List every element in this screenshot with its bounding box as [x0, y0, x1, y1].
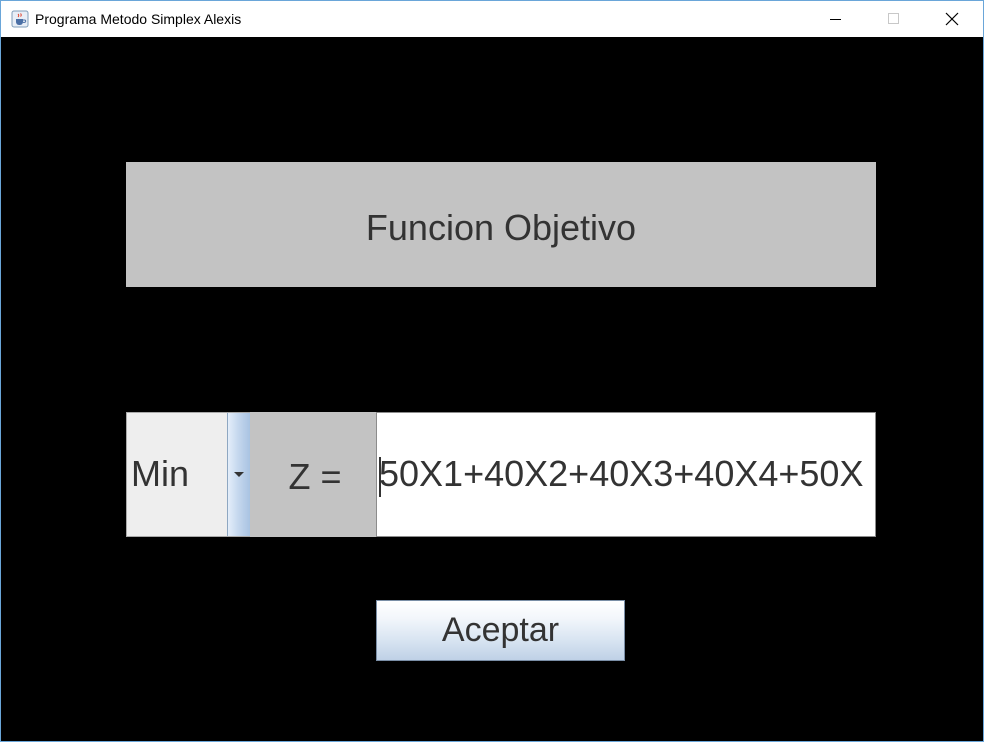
- title-bar[interactable]: Programa Metodo Simplex Alexis: [1, 1, 983, 37]
- java-cup-icon: [11, 10, 29, 28]
- mode-select-arrow-button[interactable]: [227, 413, 250, 536]
- accept-button[interactable]: Aceptar: [376, 600, 625, 661]
- text-caret: [379, 457, 381, 497]
- objective-header-panel: Funcion Objetivo: [126, 162, 876, 287]
- accept-button-label: Aceptar: [441, 611, 560, 649]
- app-window: Programa Metodo Simplex Alexis Funcion O…: [0, 0, 984, 742]
- close-button[interactable]: [923, 1, 981, 37]
- objective-row: Min Z = 50X1+40X2+40X3+40X4+50X: [126, 412, 876, 537]
- content-pane: Funcion Objetivo Min Z = 50X1+40X2+40X3+…: [1, 37, 983, 741]
- z-label: Z =: [288, 455, 342, 497]
- mode-select-value: Min: [131, 453, 190, 494]
- window-title: Programa Metodo Simplex Alexis: [35, 11, 242, 27]
- objective-header-label: Funcion Objetivo: [365, 206, 637, 248]
- maximize-icon: [888, 13, 899, 24]
- chevron-down-icon: [234, 471, 244, 477]
- objective-function-value: 50X1+40X2+40X3+40X4+50X: [379, 453, 864, 494]
- minimize-icon: [830, 19, 841, 20]
- minimize-button[interactable]: [807, 1, 865, 37]
- close-icon: [945, 12, 959, 26]
- objective-function-input[interactable]: 50X1+40X2+40X3+40X4+50X: [376, 412, 876, 537]
- maximize-button[interactable]: [865, 1, 923, 37]
- z-label-panel: Z =: [250, 412, 376, 537]
- mode-select[interactable]: Min: [126, 412, 252, 537]
